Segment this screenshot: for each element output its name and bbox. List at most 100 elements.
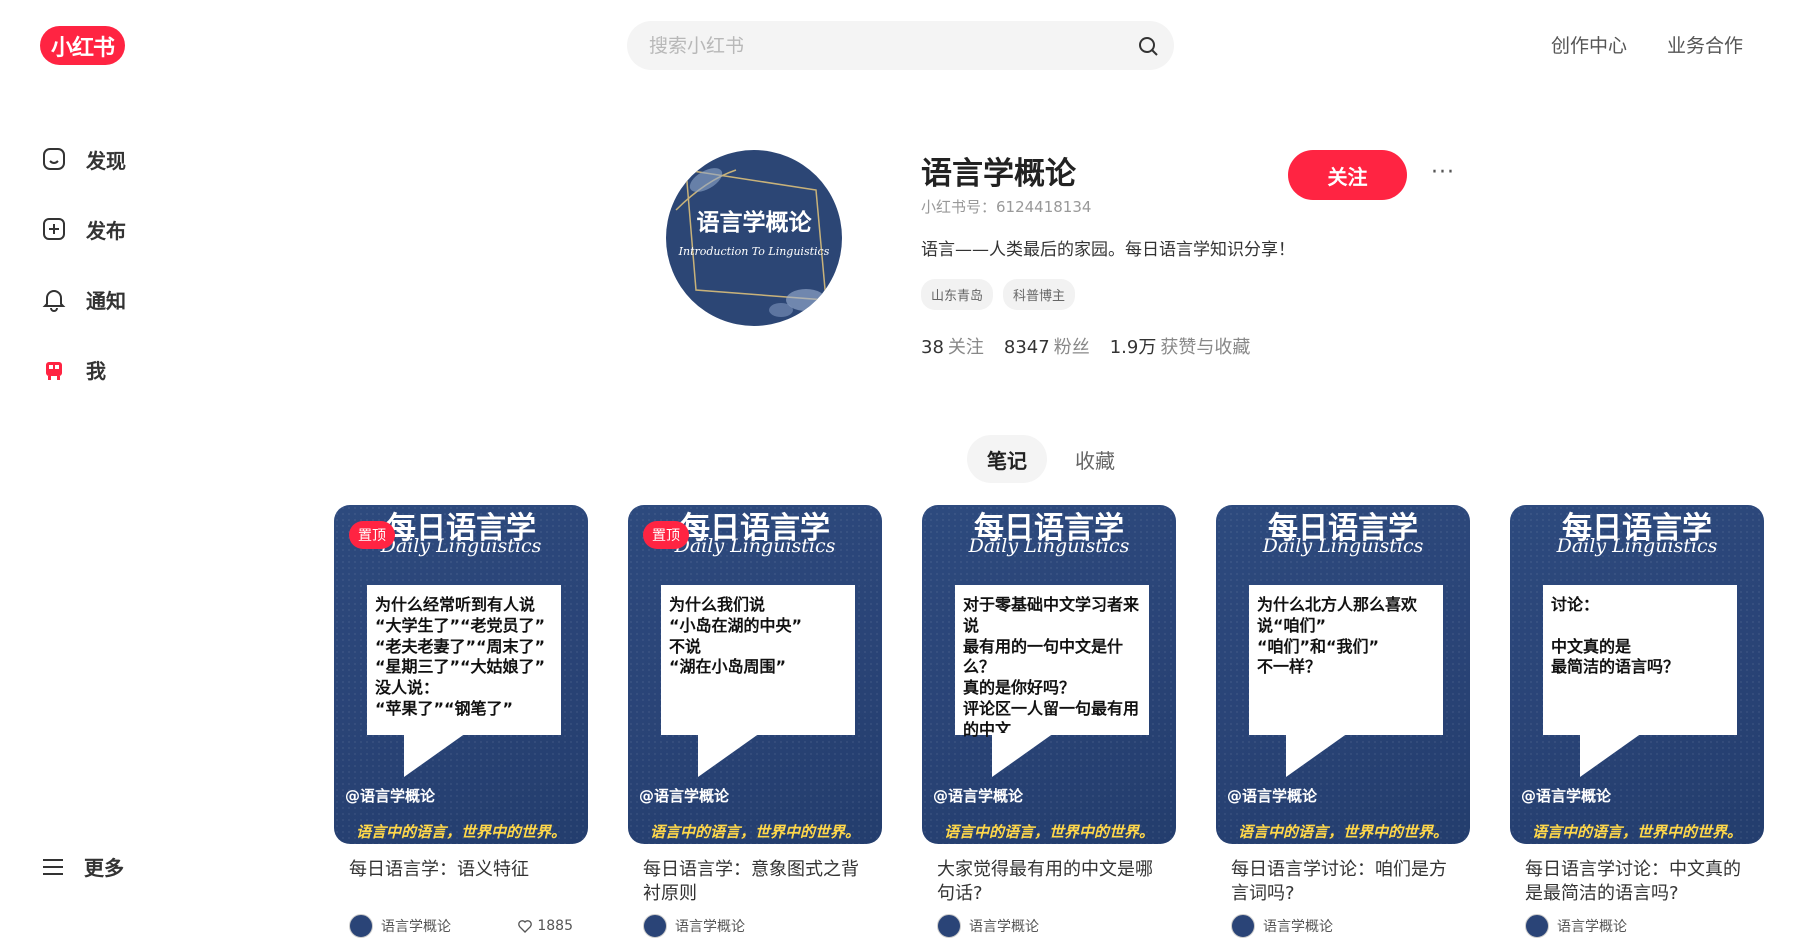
sidebar-more[interactable]: 更多	[40, 852, 124, 881]
cover-slogan: 语言中的语言，世界中的世界。	[355, 823, 566, 841]
sidebar-item-notifications[interactable]: 通知	[40, 264, 126, 334]
note-title[interactable]: 每日语言学：语义特征	[349, 858, 573, 908]
speech-bubble-tail	[992, 733, 1054, 777]
author-avatar[interactable]	[1525, 914, 1549, 938]
note-card[interactable]: 每日语言学 Daily Linguistics 为什么北方人那么喜欢 说“咱们”…	[1216, 505, 1470, 938]
sidebar-nav: 发现 发布 通知 我	[40, 124, 126, 404]
speech-bubble-tail	[1286, 733, 1348, 777]
author-avatar[interactable]	[937, 914, 961, 938]
note-title[interactable]: 每日语言学讨论：咱们是方言词吗?	[1231, 858, 1455, 908]
tab-notes[interactable]: 笔记	[967, 435, 1047, 483]
bubble-text: 对于零基础中文学习者来说 最有用的一句中文是什么？ 真的是你好吗？ 评论区一人留…	[963, 595, 1140, 739]
search-icon[interactable]	[1136, 34, 1160, 58]
sidebar-item-label: 发现	[86, 148, 126, 173]
author-name[interactable]: 语言学概论	[969, 916, 1039, 936]
cover-slogan: 语言中的语言，世界中的世界。	[943, 823, 1154, 841]
tab-collections[interactable]: 收藏	[1055, 435, 1135, 483]
note-title[interactable]: 每日语言学：意象图式之背衬原则	[643, 858, 867, 908]
profile-id: 小红书号：6124418134	[921, 198, 1092, 216]
menu-icon	[43, 858, 63, 875]
speech-bubble: 为什么经常听到有人说 “大学生了”“老党员了” “老夫老妻了”“周末了” “星期…	[367, 585, 561, 735]
speech-bubble-tail	[698, 733, 760, 777]
speech-bubble: 为什么北方人那么喜欢 说“咱们” “咱们”和“我们” 不一样？	[1249, 585, 1443, 735]
like-count[interactable]: 1885	[517, 918, 573, 934]
stat-likes-collects[interactable]: 1.9万 获赞与收藏	[1110, 333, 1251, 359]
cover-handle: @语言学概论	[639, 787, 730, 805]
bubble-text: 讨论： 中文真的是 最简洁的语言吗？	[1551, 595, 1680, 677]
more-label: 更多	[84, 856, 124, 880]
bubble-text: 为什么经常听到有人说 “大学生了”“老党员了” “老夫老妻了”“周末了” “星期…	[375, 595, 546, 718]
cover-handle: @语言学概论	[345, 787, 436, 805]
like-count-value: 1885	[537, 918, 573, 934]
tag-location: 山东青岛	[921, 279, 994, 310]
cover-handle: @语言学概论	[1521, 787, 1612, 805]
note-meta: 语言学概论	[1525, 914, 1749, 938]
cover-handle: @语言学概论	[1227, 787, 1318, 805]
author-avatar[interactable]	[349, 914, 373, 938]
note-meta: 语言学概论	[1231, 914, 1455, 938]
profile-name: 语言学概论	[921, 156, 1076, 192]
profile-tabs: 笔记 收藏	[967, 435, 1135, 483]
home-icon	[43, 148, 65, 170]
author-name[interactable]: 语言学概论	[1263, 916, 1333, 936]
user-avatar-icon	[46, 362, 62, 380]
note-card[interactable]: 每日语言学 Daily Linguistics 置顶 为什么经常听到有人说 “大…	[334, 505, 588, 938]
note-title[interactable]: 每日语言学讨论：中文真的是最简洁的语言吗?	[1525, 858, 1749, 908]
profile-avatar[interactable]: 语言学概论 Introduction To Linguistics	[666, 150, 842, 326]
pinned-badge: 置顶	[643, 521, 689, 549]
author-name[interactable]: 语言学概论	[381, 916, 451, 936]
speech-bubble: 为什么我们说 “小岛在湖的中央” 不说 “湖在小岛周围”	[661, 585, 855, 735]
speech-bubble-tail	[1580, 733, 1642, 777]
more-options-icon[interactable]: ···	[1431, 160, 1455, 185]
note-card[interactable]: 每日语言学 Daily Linguistics 讨论： 中文真的是 最简洁的语言…	[1510, 505, 1764, 938]
note-cover[interactable]: 每日语言学 Daily Linguistics 为什么北方人那么喜欢 说“咱们”…	[1216, 505, 1470, 844]
author-avatar[interactable]	[1231, 914, 1255, 938]
note-title[interactable]: 大家觉得最有用的中文是哪句话?	[937, 858, 1161, 908]
author-name[interactable]: 语言学概论	[1557, 916, 1627, 936]
speech-bubble: 讨论： 中文真的是 最简洁的语言吗？	[1543, 585, 1737, 735]
tag-category: 科普博主	[1003, 279, 1076, 310]
sidebar-item-discover[interactable]: 发现	[40, 124, 126, 194]
pinned-badge: 置顶	[349, 521, 395, 549]
cover-title-en: Daily Linguistics	[968, 535, 1130, 557]
profile-bio: 语言——人类最后的家园。每日语言学知识分享！	[921, 240, 1295, 260]
xiaohongshu-logo[interactable]: 小红书	[40, 26, 125, 65]
note-cover[interactable]: 每日语言学 Daily Linguistics 置顶 为什么经常听到有人说 “大…	[334, 505, 588, 844]
bell-icon	[42, 290, 66, 312]
sidebar-item-label: 通知	[86, 288, 126, 313]
cover-slogan: 语言中的语言，世界中的世界。	[1237, 823, 1448, 841]
search-input[interactable]	[627, 21, 1097, 70]
bubble-text: 为什么我们说 “小岛在湖的中央” 不说 “湖在小岛周围”	[669, 595, 803, 677]
note-cover[interactable]: 每日语言学 Daily Linguistics 置顶 为什么我们说 “小岛在湖的…	[628, 505, 882, 844]
cover-slogan: 语言中的语言，世界中的世界。	[1531, 823, 1742, 841]
cover-title-en: Daily Linguistics	[1556, 535, 1718, 557]
note-card[interactable]: 每日语言学 Daily Linguistics 对于零基础中文学习者来说 最有用…	[922, 505, 1176, 938]
follow-button[interactable]: 关注	[1288, 150, 1407, 200]
author-avatar[interactable]	[643, 914, 667, 938]
cover-title-en: Daily Linguistics	[1262, 535, 1424, 557]
business-cooperation-link[interactable]: 业务合作	[1667, 31, 1743, 58]
profile-tags: 山东青岛 科普博主	[921, 279, 1076, 310]
heart-icon[interactable]	[517, 918, 533, 934]
creator-center-link[interactable]: 创作中心	[1551, 31, 1627, 58]
note-cover[interactable]: 每日语言学 Daily Linguistics 对于零基础中文学习者来说 最有用…	[922, 505, 1176, 844]
cover-handle: @语言学概论	[933, 787, 1024, 805]
note-meta: 语言学概论	[643, 914, 867, 938]
avatar-title: 语言学概论	[697, 209, 813, 236]
note-cover[interactable]: 每日语言学 Daily Linguistics 讨论： 中文真的是 最简洁的语言…	[1510, 505, 1764, 844]
stat-followers[interactable]: 8347 粉丝	[1004, 333, 1090, 359]
note-meta: 语言学概论	[937, 914, 1161, 938]
search-bar[interactable]	[627, 21, 1174, 70]
avatar-subtitle: Introduction To Linguistics	[678, 245, 830, 258]
sidebar-item-publish[interactable]: 发布	[40, 194, 126, 264]
sidebar-item-me[interactable]: 我	[40, 334, 126, 404]
stat-following[interactable]: 38 关注	[921, 333, 984, 359]
note-meta: 语言学概论 1885	[349, 914, 573, 938]
cover-slogan: 语言中的语言，世界中的世界。	[649, 823, 860, 841]
notes-grid: 每日语言学 Daily Linguistics 置顶 为什么经常听到有人说 “大…	[334, 505, 1764, 938]
profile-stats: 38 关注 8347 粉丝 1.9万 获赞与收藏	[921, 333, 1250, 359]
author-name[interactable]: 语言学概论	[675, 916, 745, 936]
note-card[interactable]: 每日语言学 Daily Linguistics 置顶 为什么我们说 “小岛在湖的…	[628, 505, 882, 938]
sidebar-item-label: 我	[86, 358, 106, 383]
plus-square-icon	[43, 218, 65, 240]
